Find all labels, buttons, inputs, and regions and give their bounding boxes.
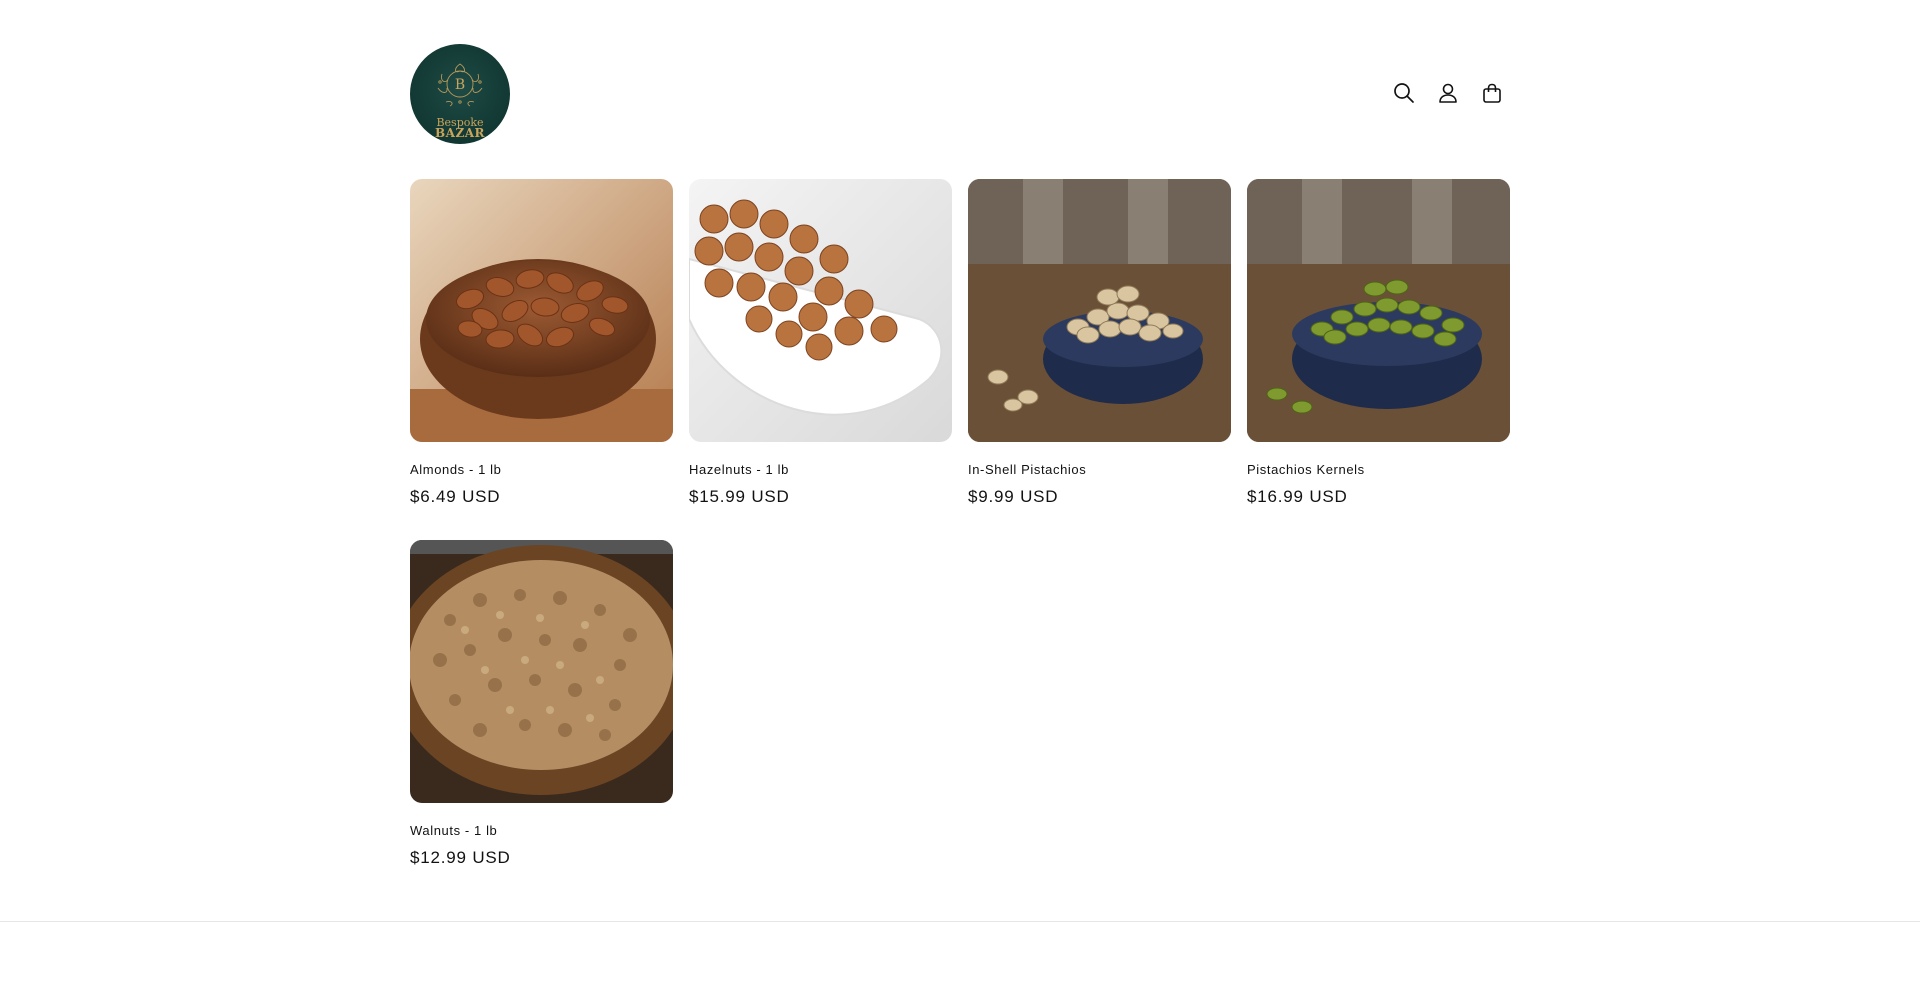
logo-text-line2: BAZAR [435,126,485,140]
pistachio-kernels-image [1247,179,1510,442]
product-image[interactable] [1247,179,1510,442]
bag-icon [1483,83,1501,103]
logo-monogram: B [455,77,465,93]
product-title[interactable]: Hazelnuts - 1 lb [689,462,952,478]
user-icon [1439,83,1457,103]
page: B Bespoke BAZAR Almonds - 1 lb $6.49 USD… [0,0,1920,993]
store-logo[interactable]: B Bespoke BAZAR [410,44,510,144]
product-price: $6.49 USD [410,487,501,506]
product-title[interactable]: Almonds - 1 lb [410,462,673,478]
product-image[interactable] [968,179,1231,442]
product-image[interactable] [410,179,673,442]
product-price: $16.99 USD [1247,487,1348,506]
product-card-pistachios-kernels[interactable]: Pistachios Kernels $16.99 USD [1247,179,1510,507]
product-image[interactable] [410,540,673,803]
product-title[interactable]: Pistachios Kernels [1247,462,1510,478]
product-price: $9.99 USD [968,487,1059,506]
product-card-walnuts[interactable]: Walnuts - 1 lb $12.99 USD [410,540,673,868]
search-icon [1394,83,1414,103]
product-price: $15.99 USD [689,487,790,506]
product-title[interactable]: Walnuts - 1 lb [410,823,673,839]
product-price: $12.99 USD [410,848,511,867]
product-card-hazelnuts[interactable]: Hazelnuts - 1 lb $15.99 USD [689,179,952,507]
almonds-image [410,179,673,442]
walnuts-image [410,540,673,803]
hazelnuts-image [689,179,952,442]
in-shell-pistachios-image [968,179,1231,442]
product-card-in-shell-pistachios[interactable]: In-Shell Pistachios $9.99 USD [968,179,1231,507]
product-title[interactable]: In-Shell Pistachios [968,462,1231,478]
product-image[interactable] [689,179,952,442]
search-button[interactable] [1390,79,1418,107]
product-card-almonds[interactable]: Almonds - 1 lb $6.49 USD [410,179,673,507]
cart-button[interactable] [1478,79,1506,107]
footer-divider [0,921,1920,922]
account-button[interactable] [1434,79,1462,107]
